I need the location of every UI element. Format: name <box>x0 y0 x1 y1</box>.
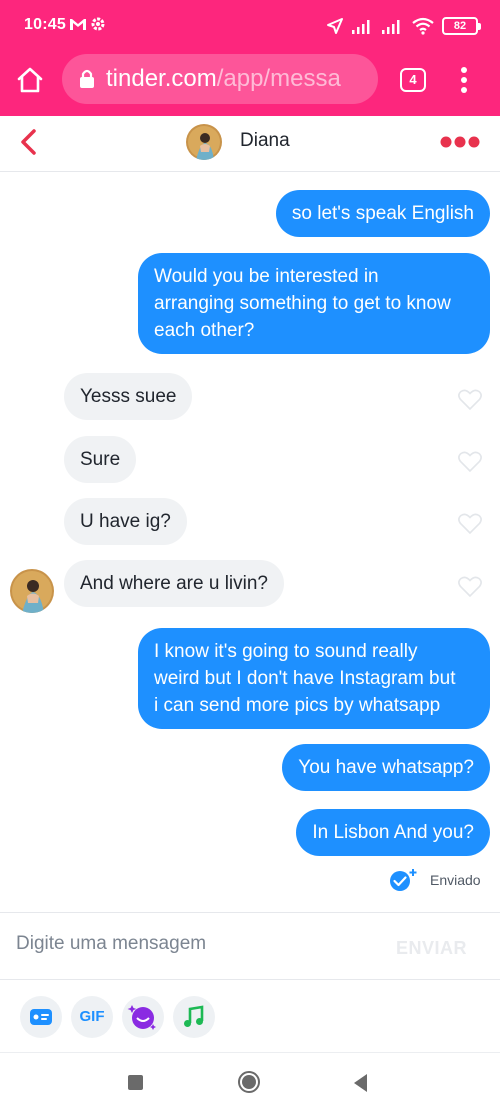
contact-card-icon <box>30 1009 52 1025</box>
address-bar[interactable]: tinder.com/app/messa <box>62 54 378 104</box>
back-triangle-icon[interactable] <box>351 1072 369 1094</box>
wifi-icon <box>412 17 434 35</box>
status-bar: 10:45 82 <box>0 0 500 52</box>
url-path: /app/messa <box>216 65 341 92</box>
gif-label: GIF <box>79 1008 105 1025</box>
browser-bar: tinder.com/app/messa 4 <box>0 52 500 116</box>
home-icon[interactable] <box>14 64 46 96</box>
url-text: tinder.com/app/messa <box>106 65 341 93</box>
home-circle-icon[interactable] <box>237 1070 261 1094</box>
system-nav-bar <box>0 1052 500 1112</box>
music-note-icon <box>184 1005 204 1027</box>
contact-card-button[interactable] <box>20 996 62 1038</box>
message-bubble-received[interactable]: Sure <box>64 436 137 483</box>
signal-icon <box>352 20 370 34</box>
lock-icon <box>80 69 94 88</box>
sent-status-text: Enviado <box>430 872 481 888</box>
kebab-menu-icon[interactable] <box>456 66 472 94</box>
message-line: each other? <box>154 320 255 341</box>
message-line: i can send more pics by whatsapp <box>154 695 441 716</box>
message-bubble-received[interactable]: Yesss suee <box>64 373 193 420</box>
message-text: And where are u livin? <box>80 573 268 594</box>
message-line: I know it's going to sound really <box>154 641 418 662</box>
tab-switcher-button[interactable]: 4 <box>400 68 426 92</box>
sticker-button[interactable] <box>122 996 164 1038</box>
avatar[interactable] <box>10 569 54 613</box>
message-line: arranging something to get to know <box>154 293 451 314</box>
message-text: so let's speak English <box>291 203 474 224</box>
location-icon <box>327 18 343 34</box>
settings-icon <box>91 17 105 31</box>
back-chevron-icon[interactable] <box>14 126 46 158</box>
status-icons: 82 <box>326 14 481 38</box>
more-options-icon[interactable] <box>440 135 480 149</box>
music-button[interactable] <box>173 996 215 1038</box>
message-bubble-received[interactable]: And where are u livin? <box>64 560 284 607</box>
like-heart-icon[interactable] <box>457 388 483 412</box>
delivery-status: Enviado <box>388 868 481 892</box>
message-text: You have whatsapp? <box>298 757 474 778</box>
message-bubble-sent[interactable]: You have whatsapp? <box>282 744 490 791</box>
message-bubble-sent[interactable]: In Lisbon And you? <box>296 809 490 856</box>
message-text: Yesss suee <box>80 386 177 407</box>
battery-icon: 82 <box>442 17 481 35</box>
gif-button[interactable]: GIF <box>71 996 113 1038</box>
top-bar: 10:45 82 tinder.com/app/messa 4 <box>0 0 500 116</box>
contact-name[interactable]: Diana <box>240 130 290 152</box>
composer-tools: GIF <box>0 980 500 1052</box>
sticker-icon <box>127 1005 156 1030</box>
message-line: weird but I don't have Instagram but <box>154 668 456 689</box>
message-text: In Lisbon And you? <box>312 822 474 843</box>
like-heart-icon[interactable] <box>457 512 483 536</box>
send-button[interactable]: ENVIAR <box>396 938 467 959</box>
signal-icon <box>382 20 400 34</box>
url-host: tinder.com <box>106 65 217 92</box>
message-bubble-sent[interactable]: so let's speak English <box>275 190 490 237</box>
sent-check-icon <box>390 869 417 891</box>
recents-icon[interactable] <box>128 1075 143 1090</box>
like-heart-icon[interactable] <box>457 575 483 599</box>
message-bubble-sent[interactable]: I know it's going to sound really weird … <box>138 628 490 729</box>
avatar[interactable] <box>186 124 222 160</box>
message-input[interactable]: Digite uma mensagem <box>16 933 206 955</box>
message-list: so let's speak English Would you be inte… <box>0 172 500 912</box>
message-text: Sure <box>80 449 121 470</box>
message-text: U have ig? <box>80 511 171 532</box>
message-composer: Digite uma mensagem ENVIAR <box>0 912 500 980</box>
message-line: Would you be interested in <box>154 266 379 287</box>
gmail-icon <box>70 19 86 30</box>
chat-header: Diana <box>0 116 500 172</box>
message-bubble-received[interactable]: U have ig? <box>64 498 187 545</box>
like-heart-icon[interactable] <box>457 450 483 474</box>
message-bubble-sent[interactable]: Would you be interested in arranging som… <box>138 253 490 354</box>
status-time: 10:45 <box>24 16 66 33</box>
